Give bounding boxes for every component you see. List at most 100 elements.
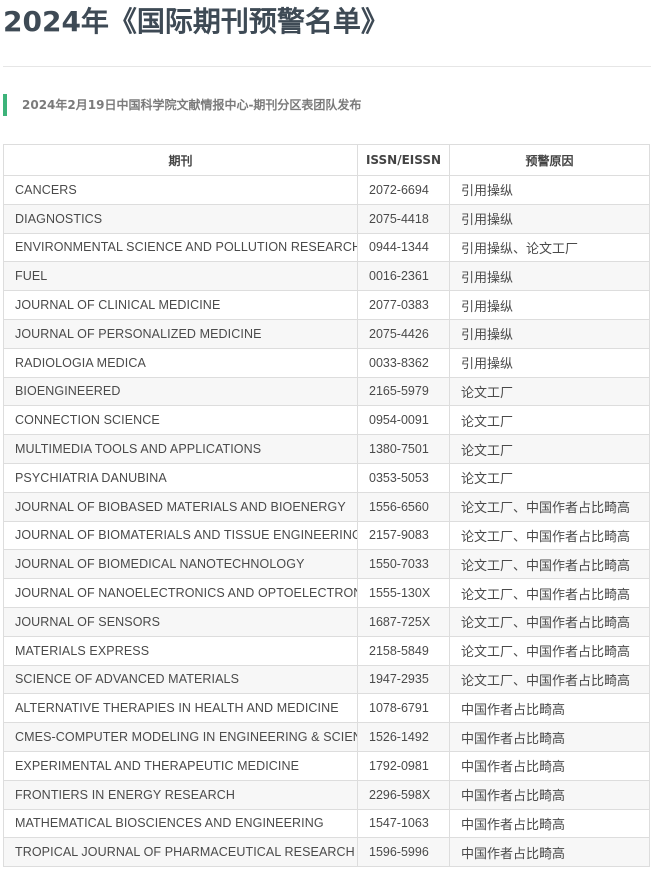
- table-row: PSYCHIATRIA DANUBINA 0353-5053 论文工厂: [3, 462, 650, 493]
- journal-name-cell: JOURNAL OF CLINICAL MEDICINE: [3, 290, 358, 320]
- title-divider: [3, 66, 651, 67]
- table-row: CONNECTION SCIENCE 0954-0091 论文工厂: [3, 405, 650, 436]
- journal-name-cell: PSYCHIATRIA DANUBINA: [3, 462, 358, 493]
- warning-reason-cell: 中国作者占比畸高: [449, 722, 650, 752]
- issn-cell: 2072-6694: [357, 175, 450, 205]
- journal-name-cell: JOURNAL OF BIOMEDICAL NANOTECHNOLOGY: [3, 549, 358, 580]
- warning-reason-cell: 引用操纵、论文工厂: [449, 232, 650, 263]
- table-row: SCIENCE OF ADVANCED MATERIALS 1947-2935 论文…: [3, 664, 650, 695]
- warning-reason-cell: 论文工厂、中国作者占比畸高: [449, 606, 650, 637]
- issn-cell: 0954-0091: [357, 405, 450, 436]
- issn-cell: 1550-7033: [357, 549, 450, 580]
- warning-reason-cell: 论文工厂、中国作者占比畸高: [449, 520, 650, 551]
- issn-cell: 2296-598X: [357, 779, 450, 810]
- warning-reason-cell: 引用操纵: [449, 318, 650, 349]
- issn-cell: 2075-4426: [357, 318, 450, 349]
- issn-cell: 1596-5996: [357, 837, 450, 868]
- table-row: ALTERNATIVE THERAPIES IN HEALTH AND MEDI…: [3, 693, 650, 724]
- table-row: MATERIALS EXPRESS 2158-5849 论文工厂、中国作者占比畸高: [3, 635, 650, 666]
- warning-reason-cell: 中国作者占比畸高: [449, 750, 650, 781]
- warning-reason-cell: 论文工厂、中国作者占比畸高: [449, 664, 650, 695]
- table-row: CANCERS 2072-6694 引用操纵: [3, 175, 650, 205]
- warning-reason-cell: 引用操纵: [449, 261, 650, 292]
- warning-reason-cell: 引用操纵: [449, 175, 650, 205]
- table-body: CANCERS 2072-6694 引用操纵 DIAGNOSTICS 2075-4418…: [3, 175, 650, 868]
- warning-reason-cell: 中国作者占比畸高: [449, 808, 650, 839]
- table-row: ENVIRONMENTAL SCIENCE AND POLLUTION RESE…: [3, 232, 650, 263]
- journal-name-cell: CANCERS: [3, 175, 358, 205]
- issn-cell: 0353-5053: [357, 462, 450, 493]
- table-row: JOURNAL OF NANOELECTRONICS AND OPTOELECT…: [3, 578, 650, 608]
- issn-cell: 2157-9083: [357, 520, 450, 551]
- warning-reason-cell: 论文工厂、中国作者占比畸高: [449, 491, 650, 522]
- table-row: JOURNAL OF BIOMATERIALS AND TISSUE ENGIN…: [3, 520, 650, 551]
- table-row: EXPERIMENTAL AND THERAPEUTIC MEDICINE 179…: [3, 750, 650, 781]
- page-title: 2024年《国际期刊预警名单》: [3, 5, 389, 38]
- issn-cell: 0033-8362: [357, 347, 450, 378]
- journal-name-cell: FUEL: [3, 261, 358, 292]
- table-row: JOURNAL OF PERSONALIZED MEDICINE 2075-442…: [3, 318, 650, 349]
- journal-name-cell: FRONTIERS IN ENERGY RESEARCH: [3, 779, 358, 810]
- warning-reason-cell: 中国作者占比畸高: [449, 779, 650, 810]
- header-issn: ISSN/EISSN: [357, 144, 450, 176]
- warning-reason-cell: 引用操纵: [449, 290, 650, 320]
- journal-name-cell: BIOENGINEERED: [3, 376, 358, 407]
- warning-reason-cell: 引用操纵: [449, 203, 650, 234]
- journal-name-cell: JOURNAL OF PERSONALIZED MEDICINE: [3, 318, 358, 349]
- table-row: DIAGNOSTICS 2075-4418 引用操纵: [3, 203, 650, 234]
- table-row: CMES-COMPUTER MODELING IN ENGINEERING & …: [3, 722, 650, 752]
- journal-name-cell: ALTERNATIVE THERAPIES IN HEALTH AND MEDI…: [3, 693, 358, 724]
- header-journal: 期刊: [3, 144, 358, 176]
- issn-cell: 0944-1344: [357, 232, 450, 263]
- warning-reason-cell: 引用操纵: [449, 347, 650, 378]
- issn-cell: 2077-0383: [357, 290, 450, 320]
- journal-name-cell: RADIOLOGIA MEDICA: [3, 347, 358, 378]
- journal-name-cell: EXPERIMENTAL AND THERAPEUTIC MEDICINE: [3, 750, 358, 781]
- issn-cell: 1687-725X: [357, 606, 450, 637]
- warning-reason-cell: 论文工厂: [449, 462, 650, 493]
- journal-name-cell: TROPICAL JOURNAL OF PHARMACEUTICAL RESEA…: [3, 837, 358, 868]
- warning-reason-cell: 论文工厂: [449, 376, 650, 407]
- journal-name-cell: CONNECTION SCIENCE: [3, 405, 358, 436]
- warning-reason-cell: 中国作者占比畸高: [449, 837, 650, 868]
- issn-cell: 1380-7501: [357, 434, 450, 464]
- issn-cell: 1555-130X: [357, 578, 450, 608]
- table-header-row: 期刊 ISSN/EISSN 预警原因: [3, 144, 650, 176]
- table-row: RADIOLOGIA MEDICA 0033-8362 引用操纵: [3, 347, 650, 378]
- table-row: JOURNAL OF BIOBASED MATERIALS AND BIOENE…: [3, 491, 650, 522]
- issn-cell: 1526-1492: [357, 722, 450, 752]
- table-row: MATHEMATICAL BIOSCIENCES AND ENGINEERING…: [3, 808, 650, 839]
- issn-cell: 1947-2935: [357, 664, 450, 695]
- issn-cell: 0016-2361: [357, 261, 450, 292]
- issn-cell: 2158-5849: [357, 635, 450, 666]
- journal-name-cell: MATERIALS EXPRESS: [3, 635, 358, 666]
- journal-name-cell: SCIENCE OF ADVANCED MATERIALS: [3, 664, 358, 695]
- warning-reason-cell: 论文工厂、中国作者占比畸高: [449, 549, 650, 580]
- warning-journal-table: 期刊 ISSN/EISSN 预警原因 CANCERS 2072-6694 引用操纵 D…: [3, 144, 650, 868]
- table-row: FUEL 0016-2361 引用操纵: [3, 261, 650, 292]
- subtitle: 2024年2月19日中国科学院文献情报中心-期刊分区表团队发布: [22, 98, 362, 112]
- warning-reason-cell: 中国作者占比畸高: [449, 693, 650, 724]
- journal-name-cell: DIAGNOSTICS: [3, 203, 358, 234]
- journal-name-cell: ENVIRONMENTAL SCIENCE AND POLLUTION RESE…: [3, 232, 358, 263]
- journal-name-cell: MATHEMATICAL BIOSCIENCES AND ENGINEERING: [3, 808, 358, 839]
- issn-cell: 1556-6560: [357, 491, 450, 522]
- warning-reason-cell: 论文工厂: [449, 434, 650, 464]
- journal-name-cell: JOURNAL OF BIOMATERIALS AND TISSUE ENGIN…: [3, 520, 358, 551]
- header-reason: 预警原因: [449, 144, 650, 176]
- table-row: JOURNAL OF BIOMEDICAL NANOTECHNOLOGY 1550…: [3, 549, 650, 580]
- table-row: FRONTIERS IN ENERGY RESEARCH 2296-598X 中国作…: [3, 779, 650, 810]
- table-row: MULTIMEDIA TOOLS AND APPLICATIONS 1380-75…: [3, 434, 650, 464]
- table-row: TROPICAL JOURNAL OF PHARMACEUTICAL RESEA…: [3, 837, 650, 868]
- warning-reason-cell: 论文工厂、中国作者占比畸高: [449, 578, 650, 608]
- issn-cell: 1078-6791: [357, 693, 450, 724]
- issn-cell: 1547-1063: [357, 808, 450, 839]
- warning-reason-cell: 论文工厂: [449, 405, 650, 436]
- warning-reason-cell: 论文工厂、中国作者占比畸高: [449, 635, 650, 666]
- journal-name-cell: MULTIMEDIA TOOLS AND APPLICATIONS: [3, 434, 358, 464]
- table-row: BIOENGINEERED 2165-5979 论文工厂: [3, 376, 650, 407]
- journal-name-cell: CMES-COMPUTER MODELING IN ENGINEERING & …: [3, 722, 358, 752]
- journal-name-cell: JOURNAL OF SENSORS: [3, 606, 358, 637]
- issn-cell: 2075-4418: [357, 203, 450, 234]
- journal-name-cell: JOURNAL OF BIOBASED MATERIALS AND BIOENE…: [3, 491, 358, 522]
